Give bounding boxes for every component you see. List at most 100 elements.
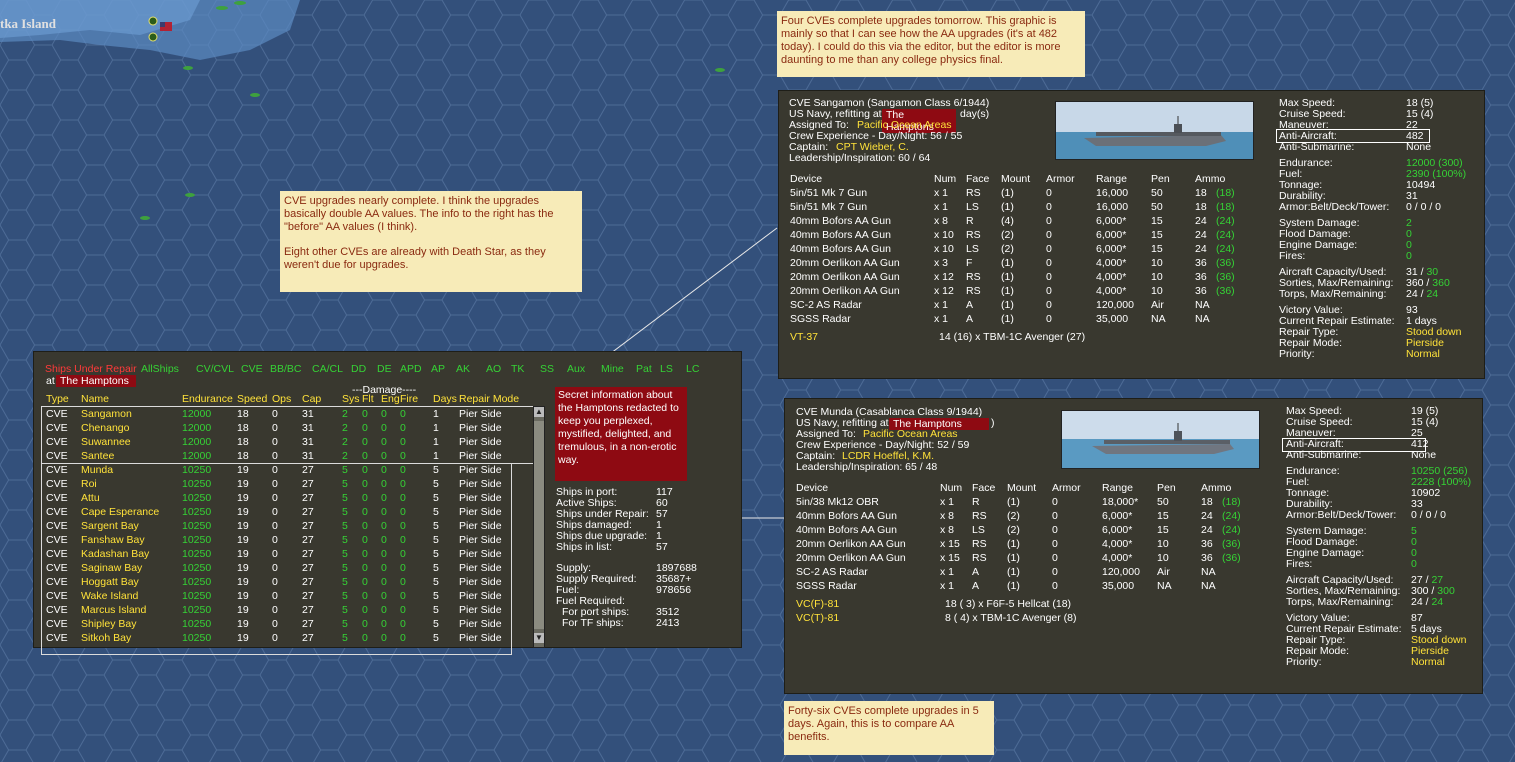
tab-ao[interactable]: AO [486,363,501,376]
weapon-cell: x 8 [934,215,949,227]
scroll-thumb[interactable] [534,421,544,629]
note-top: Four CVEs complete upgrades tomorrow. Th… [777,11,1085,77]
weapon-cell: NA [1201,580,1216,592]
weapon-cell: 4,000* [1102,538,1133,550]
column-header-cap[interactable]: Cap [302,393,321,406]
weapon-cell: 36 [1201,538,1213,550]
tab-ls[interactable]: LS [660,363,673,376]
tab-cv-cvl[interactable]: CV/CVL [196,363,234,376]
weapon-cell: 4,000* [1096,257,1127,269]
weapon-cell: LS [966,243,979,255]
location-highlight: The Hamptons [56,375,136,387]
tab-bb-bc[interactable]: BB/BC [270,363,302,376]
column-header-repair-mode[interactable]: Repair Mode [459,393,519,406]
weapon-cell: 10 [1151,271,1163,283]
weapon-cell: x 1 [940,566,955,578]
ship1-air-group-detail: 14 (16) x TBM-1C Avenger (27) [939,331,1086,343]
weapon-cell: (36) [1216,257,1235,269]
weapon-cell: 40mm Bofors AA Gun [796,510,897,522]
weapon-cell: (36) [1222,538,1241,550]
tab-cve[interactable]: CVE [241,363,263,376]
weapon-cell: (1) [1001,299,1014,311]
tab-de[interactable]: DE [377,363,392,376]
weapon-cell: RS [966,285,981,297]
ship1-weapon-header-device: Device [790,173,823,185]
column-header-endurance[interactable]: Endurance [182,393,233,406]
weapon-cell: 35,000 [1102,580,1135,592]
weapon-cell: 20mm Oerlikon AA Gun [796,538,906,550]
ship1-leadership: Leadership/Inspiration: 60 / 64 [789,152,931,164]
tab-ap[interactable]: AP [431,363,445,376]
weapon-cell: 24 [1195,243,1207,255]
tab-allships[interactable]: AllShips [141,363,179,376]
weapon-cell: 18 [1195,187,1207,199]
scroll-down-arrow-icon[interactable]: ▼ [534,633,544,643]
weapon-cell: 15 [1151,229,1163,241]
tab-ca-cl[interactable]: CA/CL [312,363,343,376]
column-header-days[interactable]: Days [433,393,457,406]
column-header-fire[interactable]: Fire [400,393,418,406]
tab-dd[interactable]: DD [351,363,366,376]
column-header-ops[interactable]: Ops [272,393,291,406]
tab-ss[interactable]: SS [540,363,554,376]
scroll-up-arrow-icon[interactable]: ▲ [534,407,544,417]
tab-lc[interactable]: LC [686,363,699,376]
weapon-cell: x 1 [934,187,949,199]
weapon-cell: x 1 [934,299,949,311]
weapon-cell: A [966,313,974,325]
tab-tk[interactable]: TK [511,363,524,376]
weapon-cell: LS [966,201,979,213]
weapon-cell: RS [966,229,981,241]
weapon-cell: (4) [1001,215,1014,227]
column-header-speed[interactable]: Speed [237,393,267,406]
secret-info-box: Secret information about the Hamptons re… [555,387,687,481]
column-header-eng[interactable]: Eng [381,393,400,406]
tab-ak[interactable]: AK [456,363,470,376]
weapon-cell: 10 [1157,538,1169,550]
ship1-spec-value: Normal [1406,348,1440,360]
weapon-cell: SGSS Radar [790,313,851,325]
ship2-weapon-header-num: Num [940,482,963,494]
weapon-cell: 0 [1052,524,1058,536]
supply-value: 2413 [656,617,680,629]
column-header-flt[interactable]: Flt [362,393,374,406]
tab-mine[interactable]: Mine [601,363,624,376]
weapon-cell: 16,000 [1096,201,1129,213]
column-header-sys[interactable]: Sys [342,393,360,406]
weapon-cell: 10 [1151,285,1163,297]
weapon-cell: (1) [1001,201,1014,213]
weapon-cell: x 10 [934,229,954,241]
ship1-weapon-header-range: Range [1096,173,1127,185]
weapon-cell: 15 [1151,215,1163,227]
ship2-air-group-detail: 18 ( 3) x F6F-5 Hellcat (18) [945,598,1072,610]
stat-label: Ships in list: [556,541,613,553]
weapon-cell: (18) [1216,201,1235,213]
weapon-cell: (24) [1216,243,1235,255]
weapon-cell: (2) [1007,510,1020,522]
weapon-cell: 0 [1046,271,1052,283]
tab-aux[interactable]: Aux [567,363,585,376]
weapon-cell: (1) [1001,187,1014,199]
ship1-air-group-name[interactable]: VT-37 [790,331,818,344]
ship2-air-group-name[interactable]: VC(F)-81 [796,598,839,611]
weapon-cell: R [966,215,974,227]
ship1-weapon-header-mount: Mount [1001,173,1031,185]
weapon-cell: 0 [1052,538,1058,550]
ship1-spec-label: Priority: [1279,348,1315,360]
tab-apd[interactable]: APD [400,363,422,376]
weapon-cell: x 8 [940,524,955,536]
weapon-cell: (1) [1007,552,1020,564]
weapon-cell: x 1 [934,201,949,213]
weapon-cell: 36 [1201,552,1213,564]
weapon-cell: 20mm Oerlikon AA Gun [796,552,906,564]
selection-box-group1 [41,406,537,464]
weapon-cell: (24) [1222,510,1241,522]
tab-pat[interactable]: Pat [636,363,652,376]
column-header-name[interactable]: Name [81,393,109,406]
column-header-type[interactable]: Type [46,393,69,406]
weapon-cell: (24) [1222,524,1241,536]
ship2-air-group-name[interactable]: VC(T)-81 [796,612,839,625]
weapon-cell: 36 [1195,285,1207,297]
weapon-cell: (18) [1222,496,1241,508]
list-scrollbar[interactable]: ▲ ▼ [533,406,545,648]
